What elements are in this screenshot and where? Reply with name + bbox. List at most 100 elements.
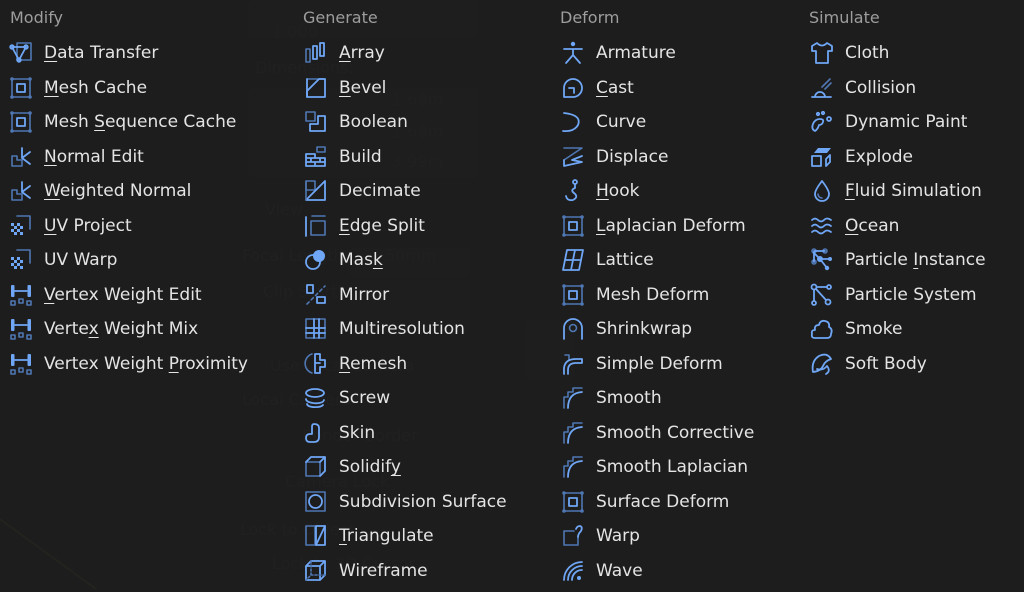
particle-instance-icon xyxy=(809,247,835,273)
menu-item-uv-warp[interactable]: UV Warp xyxy=(0,243,290,278)
column-header: Simulate xyxy=(809,8,880,27)
build-icon xyxy=(303,144,329,170)
menu-item-mesh-deform[interactable]: Mesh Deform xyxy=(552,278,802,313)
menu-item-subdivision-surface[interactable]: Subdivision Surface xyxy=(295,485,545,520)
menu-item-armature[interactable]: Armature xyxy=(552,36,802,71)
menu-item-wireframe[interactable]: Wireframe xyxy=(295,554,545,589)
menu-item-label: Simple Deform xyxy=(596,353,723,374)
menu-item-label: Edge Split xyxy=(339,215,425,236)
menu-item-build[interactable]: Build xyxy=(295,140,545,175)
menu-item-lattice[interactable]: Lattice xyxy=(552,243,802,278)
menu-item-collision[interactable]: Collision xyxy=(801,71,1024,106)
cast-icon xyxy=(560,75,586,101)
menu-item-label: UV Project xyxy=(44,215,132,236)
menu-item-vertex-weight-edit[interactable]: Vertex Weight Edit xyxy=(0,278,290,313)
menu-item-smoke[interactable]: Smoke xyxy=(801,312,1024,347)
smoke-icon xyxy=(809,316,835,342)
menu-item-label: Wireframe xyxy=(339,560,428,581)
menu-item-label: Bevel xyxy=(339,77,387,98)
remesh-icon xyxy=(303,351,329,377)
menu-item-smooth-corrective[interactable]: Smooth Corrective xyxy=(552,416,802,451)
menu-item-label: Ocean xyxy=(845,215,900,236)
cloth-icon xyxy=(809,40,835,66)
lattice-icon xyxy=(560,247,586,273)
menu-item-label: Smooth Laplacian xyxy=(596,457,749,478)
skin-icon xyxy=(303,420,329,446)
vertex-weight-proximity-icon xyxy=(8,351,34,377)
menu-item-uv-project[interactable]: UV Project xyxy=(0,209,290,244)
vertex-weight-mix-icon xyxy=(8,316,34,342)
menu-item-dynamic-paint[interactable]: Dynamic Paint xyxy=(801,105,1024,140)
menu-item-particle-system[interactable]: Particle System xyxy=(801,278,1024,313)
menu-item-simple-deform[interactable]: Simple Deform xyxy=(552,347,802,382)
menu-item-hook[interactable]: Hook xyxy=(552,174,802,209)
mirror-icon xyxy=(303,282,329,308)
vertex-weight-edit-icon xyxy=(8,282,34,308)
menu-item-wave[interactable]: Wave xyxy=(552,554,802,589)
menu-item-label: Smoke xyxy=(845,319,903,340)
array-icon xyxy=(303,40,329,66)
menu-item-label: Build xyxy=(339,146,382,167)
menu-item-array[interactable]: Array xyxy=(295,36,545,71)
menu-item-weighted-normal[interactable]: Weighted Normal xyxy=(0,174,290,209)
column-header: Deform xyxy=(560,8,620,27)
menu-item-screw[interactable]: Screw xyxy=(295,381,545,416)
smooth-laplacian-icon xyxy=(560,454,586,480)
menu-item-cloth[interactable]: Cloth xyxy=(801,36,1024,71)
menu-item-normal-edit[interactable]: Normal Edit xyxy=(0,140,290,175)
menu-item-fluid-simulation[interactable]: Fluid Simulation xyxy=(801,174,1024,209)
menu-item-multiresolution[interactable]: Multiresolution xyxy=(295,312,545,347)
menu-item-label: Fluid Simulation xyxy=(845,181,982,202)
menu-item-vertex-weight-mix[interactable]: Vertex Weight Mix xyxy=(0,312,290,347)
menu-item-edge-split[interactable]: Edge Split xyxy=(295,209,545,244)
menu-item-remesh[interactable]: Remesh xyxy=(295,347,545,382)
menu-item-smooth-laplacian[interactable]: Smooth Laplacian xyxy=(552,450,802,485)
menu-item-label: UV Warp xyxy=(44,250,118,271)
menu-item-mirror[interactable]: Mirror xyxy=(295,278,545,313)
menu-item-explode[interactable]: Explode xyxy=(801,140,1024,175)
menu-item-label: Surface Deform xyxy=(596,491,730,512)
menu-item-curve[interactable]: Curve xyxy=(552,105,802,140)
curve-icon xyxy=(560,109,586,135)
decimate-icon xyxy=(303,178,329,204)
menu-item-mask[interactable]: Mask xyxy=(295,243,545,278)
mask-icon xyxy=(303,247,329,273)
menu-item-displace[interactable]: Displace xyxy=(552,140,802,175)
screw-icon xyxy=(303,385,329,411)
menu-item-label: Laplacian Deform xyxy=(596,215,746,236)
menu-item-boolean[interactable]: Boolean xyxy=(295,105,545,140)
menu-item-shrinkwrap[interactable]: Shrinkwrap xyxy=(552,312,802,347)
menu-item-surface-deform[interactable]: Surface Deform xyxy=(552,485,802,520)
menu-item-cast[interactable]: Cast xyxy=(552,71,802,106)
menu-item-bevel[interactable]: Bevel xyxy=(295,71,545,106)
menu-item-mesh-cache[interactable]: Mesh Cache xyxy=(0,71,290,106)
surface-deform-icon xyxy=(560,489,586,515)
mesh-cache-icon xyxy=(8,75,34,101)
menu-item-solidify[interactable]: Solidify xyxy=(295,450,545,485)
menu-item-vertex-weight-proximity[interactable]: Vertex Weight Proximity xyxy=(0,347,290,382)
menu-item-label: Solidify xyxy=(339,457,401,478)
menu-item-label: Data Transfer xyxy=(44,43,159,64)
menu-item-decimate[interactable]: Decimate xyxy=(295,174,545,209)
menu-item-smooth[interactable]: Smooth xyxy=(552,381,802,416)
fluid-simulation-icon xyxy=(809,178,835,204)
menu-item-laplacian-deform[interactable]: Laplacian Deform xyxy=(552,209,802,244)
menu-item-skin[interactable]: Skin xyxy=(295,416,545,451)
menu-item-label: Lattice xyxy=(596,250,654,271)
simple-deform-icon xyxy=(560,351,586,377)
weighted-normal-icon xyxy=(8,178,34,204)
menu-item-soft-body[interactable]: Soft Body xyxy=(801,347,1024,382)
smooth-corrective-icon xyxy=(560,420,586,446)
menu-item-warp[interactable]: Warp xyxy=(552,519,802,554)
explode-icon xyxy=(809,144,835,170)
menu-item-label: Wave xyxy=(596,560,643,581)
uv-project-icon xyxy=(8,213,34,239)
ocean-icon xyxy=(809,213,835,239)
menu-item-data-transfer[interactable]: Data Transfer xyxy=(0,36,290,71)
menu-item-triangulate[interactable]: Triangulate xyxy=(295,519,545,554)
menu-item-ocean[interactable]: Ocean xyxy=(801,209,1024,244)
menu-item-mesh-sequence-cache[interactable]: Mesh Sequence Cache xyxy=(0,105,290,140)
column-header: Generate xyxy=(303,8,378,27)
soft-body-icon xyxy=(809,351,835,377)
menu-item-particle-instance[interactable]: Particle Instance xyxy=(801,243,1024,278)
